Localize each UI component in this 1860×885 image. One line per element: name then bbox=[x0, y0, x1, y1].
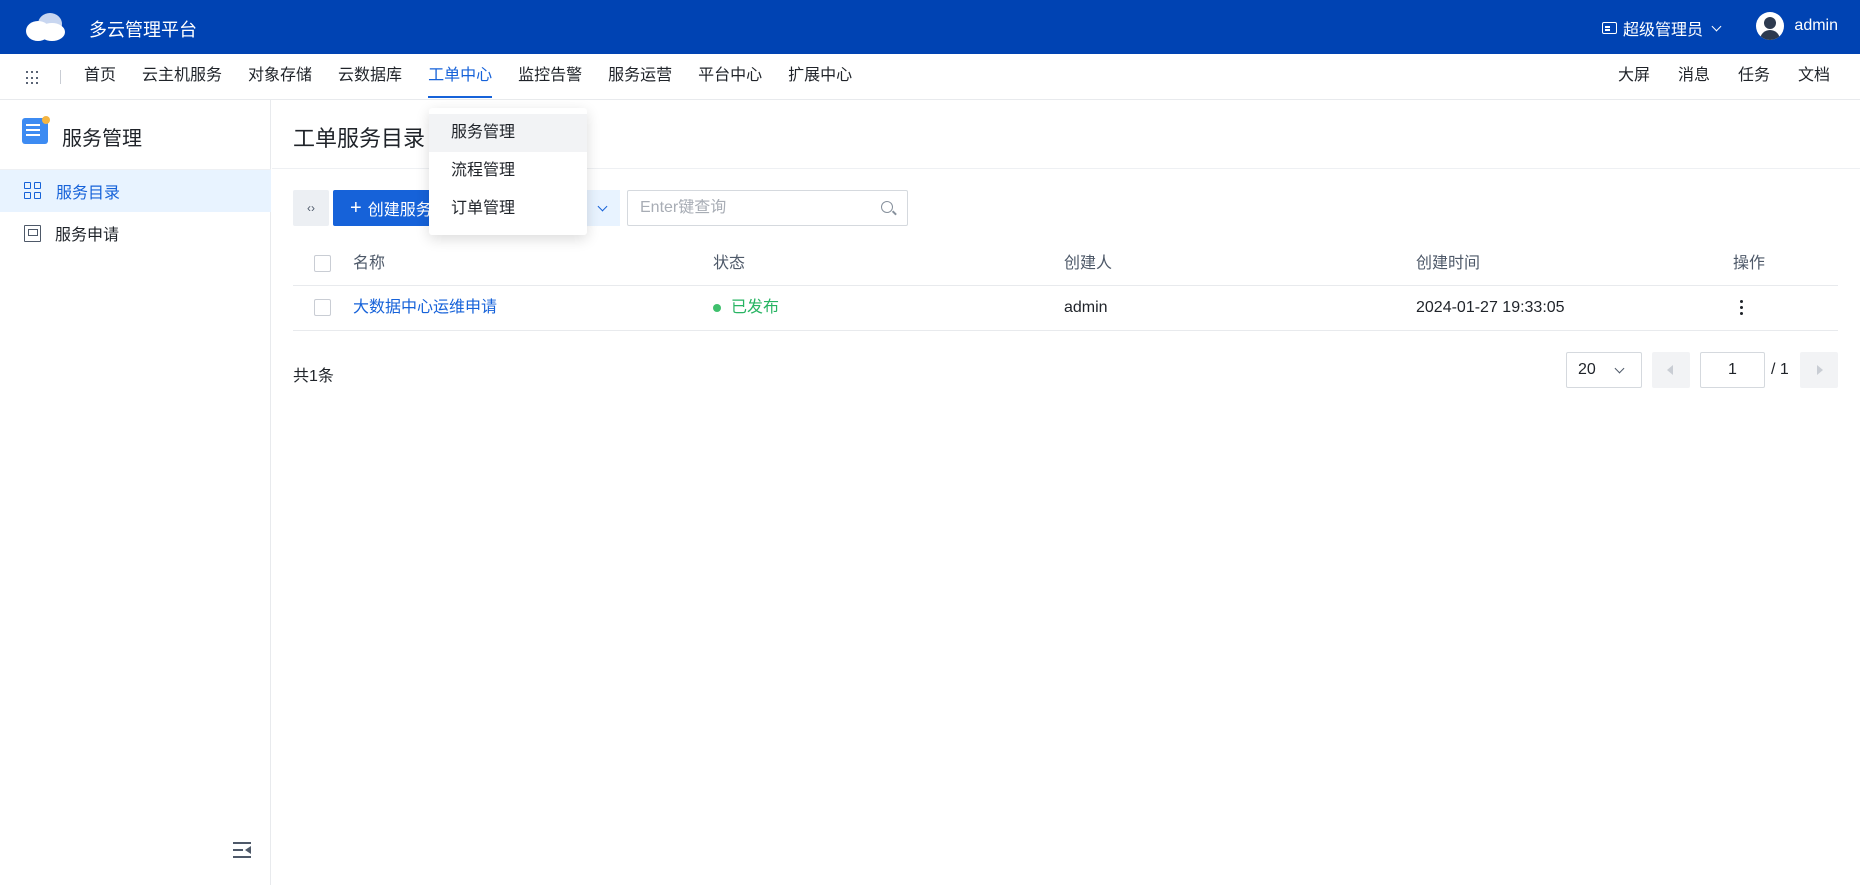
sidebar: 服务管理 服务目录 服务申请 bbox=[0, 100, 271, 885]
chevron-down-icon bbox=[597, 201, 607, 211]
page-number-input[interactable]: 1 bbox=[1700, 352, 1765, 388]
column-header-created-at: 创建时间 bbox=[1416, 255, 1481, 272]
nav-item-ticket-center[interactable]: 工单中心 bbox=[428, 54, 493, 100]
more-actions-icon[interactable] bbox=[1740, 300, 1744, 316]
create-service-label: 创建服务 bbox=[367, 202, 432, 219]
next-page-button[interactable] bbox=[1800, 352, 1838, 388]
sidebar-item-label: 服务申请 bbox=[55, 227, 120, 244]
messages-link[interactable]: 消息 bbox=[1678, 54, 1710, 100]
total-pages: / 1 bbox=[1771, 361, 1789, 378]
dropdown-item-process-management[interactable]: 流程管理 bbox=[429, 152, 587, 190]
sidebar-title: 服务管理 bbox=[62, 128, 142, 150]
service-name-link[interactable]: 大数据中心运维申请 bbox=[353, 286, 497, 330]
page-title: 工单服务目录 bbox=[293, 126, 426, 151]
nav-item-object-storage[interactable]: 对象存储 bbox=[248, 54, 312, 100]
app-title: 多云管理平台 bbox=[89, 20, 197, 40]
user-menu[interactable]: admin bbox=[1756, 12, 1838, 40]
column-header-creator: 创建人 bbox=[1064, 255, 1113, 272]
main-nav: 首页 云主机服务 对象存储 云数据库 工单中心 监控告警 服务运营 平台中心 扩… bbox=[0, 54, 1860, 100]
tasks-link[interactable]: 任务 bbox=[1738, 54, 1770, 100]
page-size-select[interactable]: 20 bbox=[1566, 352, 1642, 388]
creator-cell: admin bbox=[1064, 299, 1108, 316]
apps-grid-icon[interactable] bbox=[26, 71, 40, 85]
dropdown-item-service-management[interactable]: 服务管理 bbox=[429, 114, 587, 152]
search-box bbox=[627, 190, 908, 226]
role-label: 超级管理员 bbox=[1622, 22, 1703, 39]
service-table: 名称 状态 创建人 创建时间 操作 大数据中心运维申请 已发布 admin 20… bbox=[293, 242, 1838, 331]
status-dot bbox=[713, 304, 721, 312]
nav-item-extension-center[interactable]: 扩展中心 bbox=[788, 54, 852, 100]
form-icon bbox=[24, 224, 41, 242]
search-input[interactable] bbox=[640, 199, 860, 217]
nav-item-cloud-database[interactable]: 云数据库 bbox=[338, 54, 402, 100]
table-row: 大数据中心运维申请 已发布 admin 2024-01-27 19:33:05 bbox=[293, 286, 1838, 331]
chevron-down-icon bbox=[1614, 363, 1625, 373]
refresh-icon: ‹› bbox=[307, 201, 315, 215]
sidebar-item-label: 服务目录 bbox=[56, 185, 121, 202]
row-checkbox[interactable] bbox=[314, 299, 331, 316]
column-header-name: 名称 bbox=[353, 255, 386, 272]
role-switcher[interactable]: 超级管理员 bbox=[1601, 16, 1722, 40]
page-size-value: 20 bbox=[1578, 361, 1596, 378]
total-count: 共1条 bbox=[293, 368, 334, 385]
chevron-down-icon bbox=[1711, 21, 1722, 31]
table-header: 名称 状态 创建人 创建时间 操作 bbox=[293, 242, 1838, 286]
plus-icon: + bbox=[350, 197, 362, 219]
collapse-sidebar-icon[interactable] bbox=[233, 842, 251, 858]
create-service-button[interactable]: + 创建服务 bbox=[333, 190, 443, 226]
nav-item-monitoring[interactable]: 监控告警 bbox=[518, 54, 582, 100]
avatar bbox=[1756, 12, 1785, 40]
service-management-icon bbox=[22, 116, 50, 144]
dropdown-item-order-management[interactable]: 订单管理 bbox=[429, 190, 587, 228]
nav-right-links: 大屏 消息 任务 文档 bbox=[1618, 54, 1830, 100]
nav-item-home[interactable]: 首页 bbox=[84, 54, 116, 100]
apps-icon bbox=[24, 182, 42, 200]
id-card-icon bbox=[1601, 22, 1617, 34]
status-badge: 已发布 bbox=[713, 286, 779, 330]
ticket-center-dropdown: 服务管理 流程管理 订单管理 bbox=[429, 108, 587, 235]
select-all-checkbox[interactable] bbox=[314, 255, 331, 272]
sidebar-item-service-request[interactable]: 服务申请 bbox=[0, 212, 271, 254]
refresh-button[interactable]: ‹› bbox=[293, 190, 329, 226]
column-header-actions: 操作 bbox=[1733, 255, 1766, 272]
status-text: 已发布 bbox=[731, 299, 780, 316]
column-header-status: 状态 bbox=[713, 255, 746, 272]
nav-item-cloud-host[interactable]: 云主机服务 bbox=[142, 54, 222, 100]
prev-page-button[interactable] bbox=[1652, 352, 1690, 388]
nav-menu: 首页 云主机服务 对象存储 云数据库 工单中心 监控告警 服务运营 平台中心 扩… bbox=[84, 54, 852, 100]
docs-link[interactable]: 文档 bbox=[1798, 54, 1830, 100]
created-at-cell: 2024-01-27 19:33:05 bbox=[1416, 299, 1565, 316]
nav-item-platform-center[interactable]: 平台中心 bbox=[698, 54, 762, 100]
username: admin bbox=[1794, 17, 1838, 34]
big-screen-link[interactable]: 大屏 bbox=[1618, 54, 1650, 100]
top-header: 多云管理平台 超级管理员 admin bbox=[0, 0, 1860, 54]
nav-item-service-ops[interactable]: 服务运营 bbox=[608, 54, 672, 100]
search-icon[interactable] bbox=[881, 201, 893, 213]
sidebar-item-service-catalog[interactable]: 服务目录 bbox=[0, 170, 271, 212]
sidebar-header: 服务管理 bbox=[0, 100, 271, 170]
nav-divider bbox=[60, 70, 61, 84]
cloud-logo-icon[interactable] bbox=[24, 10, 68, 44]
